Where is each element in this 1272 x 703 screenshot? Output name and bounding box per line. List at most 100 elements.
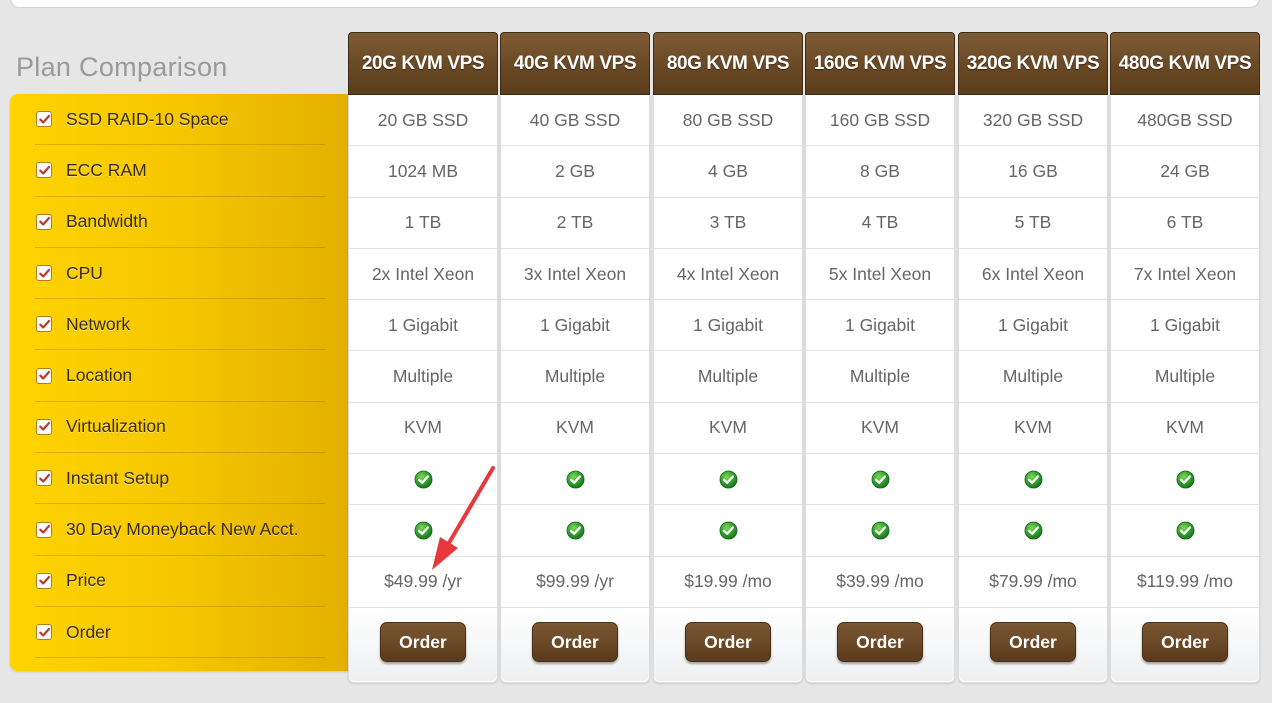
checkbox-checked-icon: [36, 213, 52, 230]
plan-cell-location: Multiple: [501, 352, 649, 403]
order-button[interactable]: Order: [685, 622, 771, 662]
plan-cell-instant-setup: [501, 454, 649, 506]
feature-row: CPU: [35, 248, 325, 300]
feature-row: 30 Day Moneyback New Acct.: [35, 504, 325, 556]
feature-row: ECC RAM: [35, 145, 325, 197]
top-panel: [10, 0, 1260, 8]
plan-cell-location: Multiple: [349, 352, 497, 403]
order-button[interactable]: Order: [837, 622, 923, 662]
plan-name: 40G KVM VPS: [500, 32, 650, 95]
plan-cell-bandwidth: 4 TB: [806, 198, 954, 249]
plan-name: 480G KVM VPS: [1110, 32, 1260, 95]
plan-cell-network: 1 Gigabit: [806, 300, 954, 352]
plan-column: 480G KVM VPS 480GB SSD 24 GB 6 TB 7x Intel X…: [1110, 32, 1260, 683]
plan-name: 20G KVM VPS: [348, 32, 498, 95]
plan-cell-moneyback: [959, 505, 1107, 557]
plan-body: 160 GB SSD 8 GB 4 TB 5x Intel Xeon 1 Gigabit…: [805, 95, 955, 683]
feature-row: Instant Setup: [35, 453, 325, 505]
plan-name: 160G KVM VPS: [805, 32, 955, 95]
plan-cell-virtualization: KVM: [959, 403, 1107, 455]
checkbox-checked-icon: [36, 162, 52, 179]
plan-order-cell: Order: [654, 608, 802, 681]
plan-cell-location: Multiple: [959, 352, 1107, 403]
plan-cell-network: 1 Gigabit: [501, 300, 649, 352]
plan-cell-moneyback: [501, 505, 649, 557]
plan-cell-instant-setup: [959, 454, 1107, 506]
feature-row: Virtualization: [35, 402, 325, 454]
feature-label: 30 Day Moneyback New Acct.: [66, 519, 299, 540]
feature-row: Bandwidth: [35, 197, 325, 248]
plan-body: 80 GB SSD 4 GB 3 TB 4x Intel Xeon 1 Gigabit M…: [653, 95, 803, 683]
plan-name: 320G KVM VPS: [958, 32, 1108, 95]
green-check-icon: [719, 470, 738, 489]
checkbox-checked-icon: [36, 572, 52, 589]
plan-cell-instant-setup: [654, 454, 802, 506]
plan-body: 20 GB SSD 1024 MB 1 TB 2x Intel Xeon 1 Gigab…: [348, 95, 498, 683]
order-button[interactable]: Order: [1142, 622, 1228, 662]
feature-row: SSD RAID-10 Space: [35, 94, 325, 146]
checkbox-checked-icon: [36, 316, 52, 333]
plan-cell-space: 40 GB SSD: [501, 95, 649, 147]
plan-cell-space: 160 GB SSD: [806, 95, 954, 147]
plan-cell-space: 20 GB SSD: [349, 95, 497, 147]
plan-cell-virtualization: KVM: [806, 403, 954, 455]
plan-cell-bandwidth: 6 TB: [1111, 198, 1259, 249]
plan-cell-cpu: 4x Intel Xeon: [654, 249, 802, 301]
plan-cell-ram: 8 GB: [806, 146, 954, 198]
green-check-icon: [719, 521, 738, 540]
feature-label: SSD RAID-10 Space: [66, 108, 229, 129]
plan-cell-space: 320 GB SSD: [959, 95, 1107, 147]
plan-cell-network: 1 Gigabit: [1111, 300, 1259, 352]
plan-cell-space: 80 GB SSD: [654, 95, 802, 147]
plan-cell-network: 1 Gigabit: [349, 300, 497, 352]
feature-label: Virtualization: [66, 416, 166, 437]
plan-order-cell: Order: [349, 608, 497, 681]
plan-cell-ram: 16 GB: [959, 146, 1107, 198]
plan-cell-cpu: 5x Intel Xeon: [806, 249, 954, 301]
plan-cell-instant-setup: [1111, 454, 1259, 506]
plan-cell-virtualization: KVM: [349, 403, 497, 455]
plan-column: 160G KVM VPS 160 GB SSD 8 GB 4 TB 5x Intel X…: [805, 32, 955, 683]
feature-label: CPU: [66, 262, 103, 283]
checkbox-checked-icon: [36, 265, 52, 282]
green-check-icon: [1176, 470, 1195, 489]
plan-cell-virtualization: KVM: [501, 403, 649, 455]
plan-cell-bandwidth: 1 TB: [349, 198, 497, 249]
plan-order-cell: Order: [501, 608, 649, 681]
feature-panel: SSD RAID-10 Space ECC RAM Bandwidth CPU Netw…: [10, 94, 348, 671]
plan-body: 320 GB SSD 16 GB 5 TB 6x Intel Xeon 1 Gigabi…: [958, 95, 1108, 683]
plan-price: $99.99 /yr: [501, 557, 649, 608]
feature-label: Bandwidth: [66, 211, 148, 232]
feature-label: Instant Setup: [66, 467, 170, 488]
plan-cell-moneyback: [349, 505, 497, 557]
feature-row: Order: [35, 607, 325, 659]
order-button[interactable]: Order: [380, 622, 466, 662]
checkbox-checked-icon: [36, 470, 52, 487]
plan-price: $39.99 /mo: [806, 557, 954, 608]
plan-price: $79.99 /mo: [959, 557, 1107, 608]
green-check-icon: [414, 521, 433, 540]
order-button[interactable]: Order: [532, 622, 618, 662]
feature-label: Network: [66, 313, 131, 334]
plan-column: 20G KVM VPS 20 GB SSD 1024 MB 1 TB 2x Intel …: [348, 32, 498, 683]
feature-label: Price: [66, 570, 106, 591]
plan-cell-cpu: 6x Intel Xeon: [959, 249, 1107, 301]
plan-cell-space: 480GB SSD: [1111, 95, 1259, 147]
plan-cell-ram: 24 GB: [1111, 146, 1259, 198]
green-check-icon: [1176, 521, 1195, 540]
plan-body: 480GB SSD 24 GB 6 TB 7x Intel Xeon 1 Gigabit…: [1110, 95, 1260, 683]
plan-cell-bandwidth: 3 TB: [654, 198, 802, 249]
plan-name: 80G KVM VPS: [653, 32, 803, 95]
plan-column: 40G KVM VPS 40 GB SSD 2 GB 2 TB 3x Intel Xeo…: [500, 32, 650, 683]
order-button[interactable]: Order: [990, 622, 1076, 662]
plan-cell-network: 1 Gigabit: [654, 300, 802, 352]
plan-cell-location: Multiple: [1111, 352, 1259, 403]
page-title: Plan Comparison: [16, 52, 228, 82]
green-check-icon: [1024, 521, 1043, 540]
checkbox-checked-icon: [36, 521, 52, 538]
plan-cell-virtualization: KVM: [654, 403, 802, 455]
green-check-icon: [871, 470, 890, 489]
plan-price: $19.99 /mo: [654, 557, 802, 608]
plan-cell-network: 1 Gigabit: [959, 300, 1107, 352]
plan-cell-ram: 1024 MB: [349, 146, 497, 198]
